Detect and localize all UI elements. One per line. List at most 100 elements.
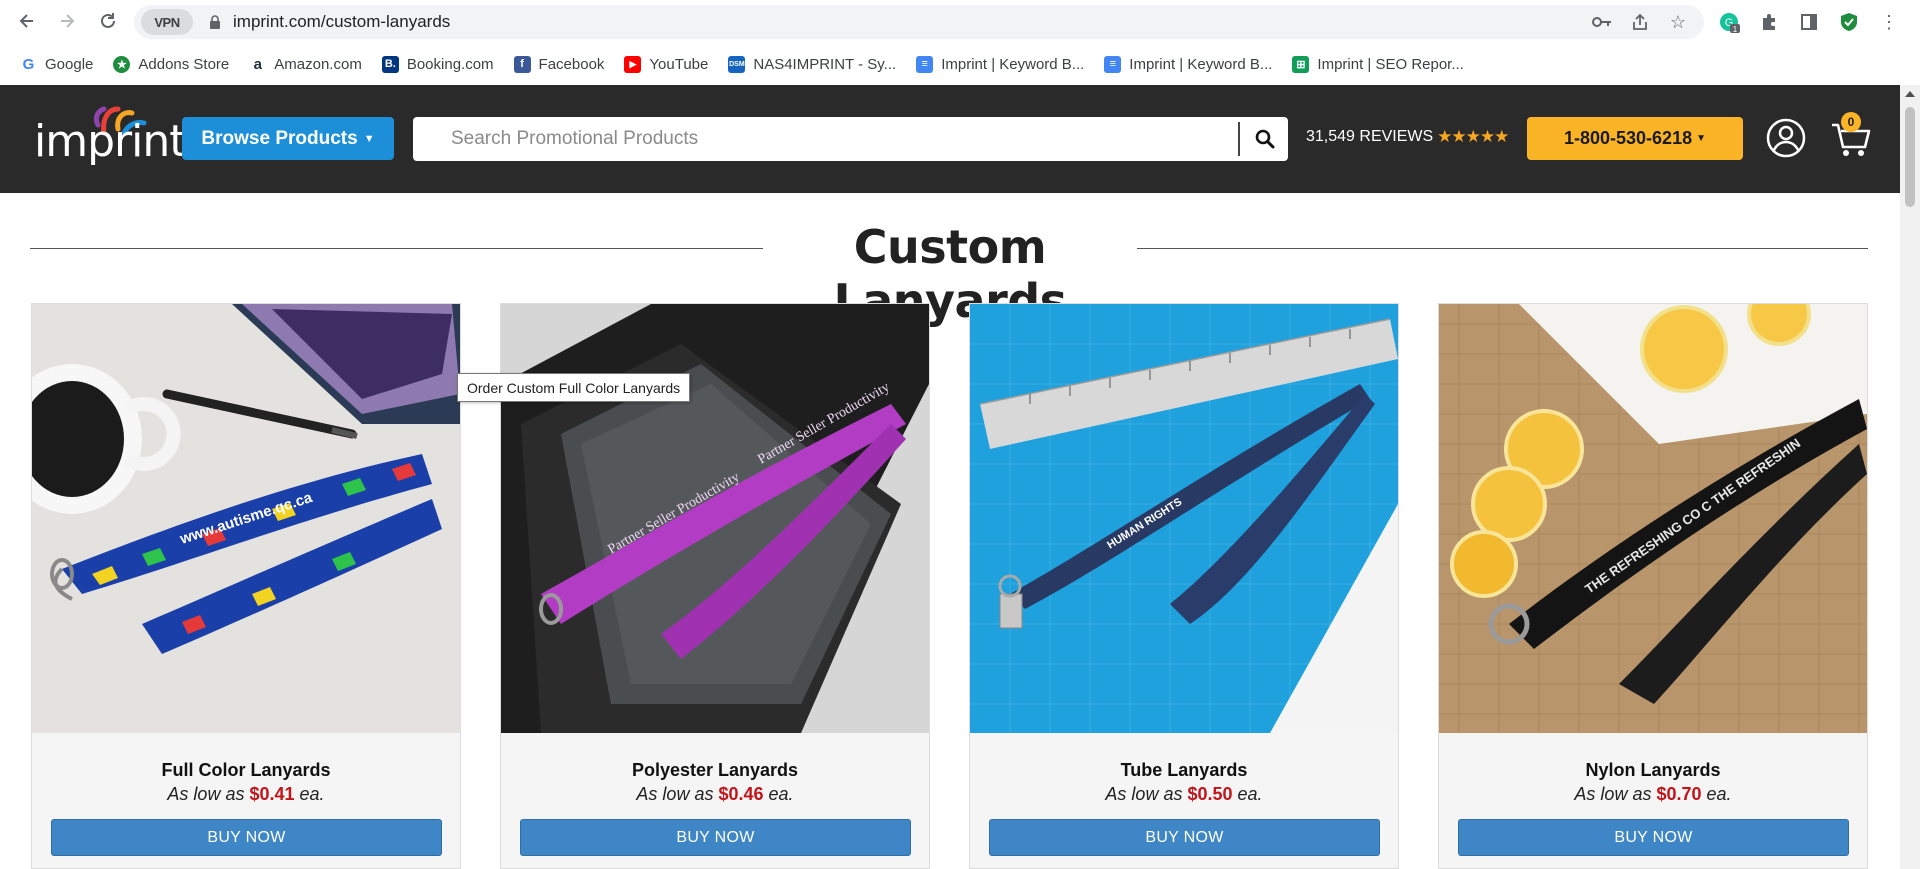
bookmark-google[interactable]: G Google (20, 55, 94, 73)
menu-kebab-icon[interactable]: ⋮ (1876, 9, 1902, 35)
page-scrollbar[interactable] (1900, 85, 1920, 869)
bookmark-facebook[interactable]: f Facebook (513, 55, 605, 73)
reload-icon[interactable] (91, 4, 125, 38)
buy-now-button[interactable]: BUY NOW (1458, 819, 1849, 856)
account-icon[interactable] (1766, 118, 1806, 158)
youtube-icon: ▶ (624, 55, 642, 73)
bookmark-seo-report[interactable]: ⊞ Imprint | SEO Repor... (1292, 55, 1464, 73)
rating-stars-icon: ★★★★★ (1437, 127, 1509, 146)
title-divider (30, 248, 763, 249)
price-suffix: ea. (1237, 784, 1263, 804)
side-panel-icon[interactable] (1796, 9, 1822, 35)
scroll-thumb[interactable] (1905, 107, 1915, 207)
logo-text: imprint (34, 116, 186, 167)
price-prefix: As low as (167, 784, 245, 804)
product-price: As low as $0.41 ea. (32, 784, 460, 805)
bookmark-booking[interactable]: B. Booking.com (381, 55, 494, 73)
caret-down-icon: ▼ (363, 132, 375, 145)
url-text[interactable]: imprint.com/custom-lanyards (233, 12, 450, 32)
price-prefix: As low as (1574, 784, 1652, 804)
amazon-icon: a (249, 55, 267, 73)
product-price: As low as $0.46 ea. (501, 784, 929, 805)
price-suffix: ea. (768, 784, 794, 804)
price-prefix: As low as (636, 784, 714, 804)
share-icon[interactable] (1628, 10, 1652, 34)
product-name[interactable]: Polyester Lanyards (501, 760, 929, 781)
docs-icon: ≡ (1104, 55, 1122, 73)
nas-icon: DSM (728, 55, 746, 73)
imprint-logo[interactable]: imprint (34, 106, 186, 171)
bookmark-keyword-1[interactable]: ≡ Imprint | Keyword B... (916, 55, 1085, 73)
product-name[interactable]: Full Color Lanyards (32, 760, 460, 781)
product-price: As low as $0.50 ea. (970, 784, 1398, 805)
bookmark-label: Imprint | Keyword B... (1129, 55, 1273, 73)
price-amount: $0.70 (1656, 784, 1702, 804)
browse-products-button[interactable]: Browse Products ▼ (182, 117, 394, 160)
phone-button[interactable]: 1-800-530-6218 ▼ (1527, 117, 1743, 160)
search-icon (1255, 129, 1275, 149)
bookmark-label: YouTube (649, 55, 709, 73)
bookmark-youtube[interactable]: ▶ YouTube (624, 55, 709, 73)
bookmark-label: Amazon.com (274, 55, 362, 73)
svg-text:1: 1 (1733, 25, 1738, 33)
back-icon[interactable] (10, 4, 44, 38)
price-amount: $0.46 (718, 784, 764, 804)
price-amount: $0.50 (1187, 784, 1233, 804)
vpn-badge[interactable]: VPN (141, 9, 193, 35)
buy-now-button[interactable]: BUY NOW (989, 819, 1380, 856)
bookmark-nas4imprint[interactable]: DSM NAS4IMPRINT - Sy... (728, 55, 897, 73)
site-header: imprint Browse Products ▼ 31,549 REVIEWS… (0, 85, 1900, 193)
search-button[interactable] (1242, 117, 1288, 161)
price-suffix: ea. (299, 784, 325, 804)
extensions-puzzle-icon[interactable] (1756, 9, 1782, 35)
bookmark-label: Booking.com (406, 55, 494, 73)
address-bar[interactable]: VPN imprint.com/custom-lanyards ☆ (134, 5, 1704, 39)
addons-store-icon: ★ (113, 55, 131, 73)
booking-icon: B. (381, 55, 399, 73)
price-suffix: ea. (1706, 784, 1732, 804)
bookmark-addons-store[interactable]: ★ Addons Store (113, 55, 230, 73)
bookmark-star-icon[interactable]: ☆ (1666, 10, 1690, 34)
nylon-lanyard-image[interactable]: THE REFRESHING CO C THE REFRESHIN (1439, 304, 1867, 733)
search-input[interactable] (413, 117, 1235, 161)
browse-products-label: Browse Products (201, 127, 358, 149)
buy-now-button[interactable]: BUY NOW (51, 819, 442, 856)
product-card[interactable]: www.autisme.qc.ca Full Color Lanyards As… (31, 303, 461, 869)
full-color-lanyard-image[interactable]: www.autisme.qc.ca (32, 304, 460, 733)
forward-icon[interactable] (50, 4, 84, 38)
product-name[interactable]: Tube Lanyards (970, 760, 1398, 781)
bookmark-label: NAS4IMPRINT - Sy... (753, 55, 897, 73)
product-grid: www.autisme.qc.ca Full Color Lanyards As… (31, 303, 1869, 869)
image-tooltip: Order Custom Full Color Lanyards (457, 373, 691, 402)
scroll-up-icon[interactable] (1905, 91, 1915, 97)
tube-lanyard-image[interactable]: HUMAN RIGHTS (970, 304, 1398, 733)
docs-icon: ≡ (916, 55, 934, 73)
bookmark-keyword-2[interactable]: ≡ Imprint | Keyword B... (1104, 55, 1273, 73)
search-box (413, 117, 1288, 161)
product-card[interactable]: HUMAN RIGHTS Tube Lanyards As low as $0.… (969, 303, 1399, 869)
phone-number: 1-800-530-6218 (1563, 128, 1693, 148)
price-prefix: As low as (1105, 784, 1183, 804)
bookmark-label: Imprint | SEO Repor... (1317, 55, 1464, 73)
browser-toolbar: VPN imprint.com/custom-lanyards ☆ G1 ⋮ (0, 0, 1920, 44)
extension-grammarly-icon[interactable]: G1 (1716, 9, 1742, 35)
lock-icon[interactable] (209, 15, 221, 29)
bookmark-label: Imprint | Keyword B... (941, 55, 1085, 73)
bookmark-label: Facebook (538, 55, 605, 73)
bookmark-label: Addons Store (138, 55, 230, 73)
bookmark-label: Google (45, 55, 94, 73)
facebook-icon: f (513, 55, 531, 73)
product-price: As low as $0.70 ea. (1439, 784, 1867, 805)
reviews-link[interactable]: 31,549 REVIEWS ★★★★★ (1306, 127, 1509, 147)
caret-down-icon: ▼ (1696, 133, 1706, 144)
product-name[interactable]: Nylon Lanyards (1439, 760, 1867, 781)
product-card[interactable]: THE REFRESHING CO C THE REFRESHIN Nylon … (1438, 303, 1868, 869)
title-divider (1137, 248, 1868, 249)
shield-icon[interactable] (1836, 9, 1862, 35)
buy-now-button[interactable]: BUY NOW (520, 819, 911, 856)
bookmark-amazon[interactable]: a Amazon.com (249, 55, 362, 73)
google-icon: G (20, 55, 37, 73)
search-divider (1238, 122, 1240, 156)
key-icon[interactable] (1590, 10, 1614, 34)
polyester-lanyard-image[interactable]: Partner Seller Productivity Partner Sell… (501, 304, 929, 733)
